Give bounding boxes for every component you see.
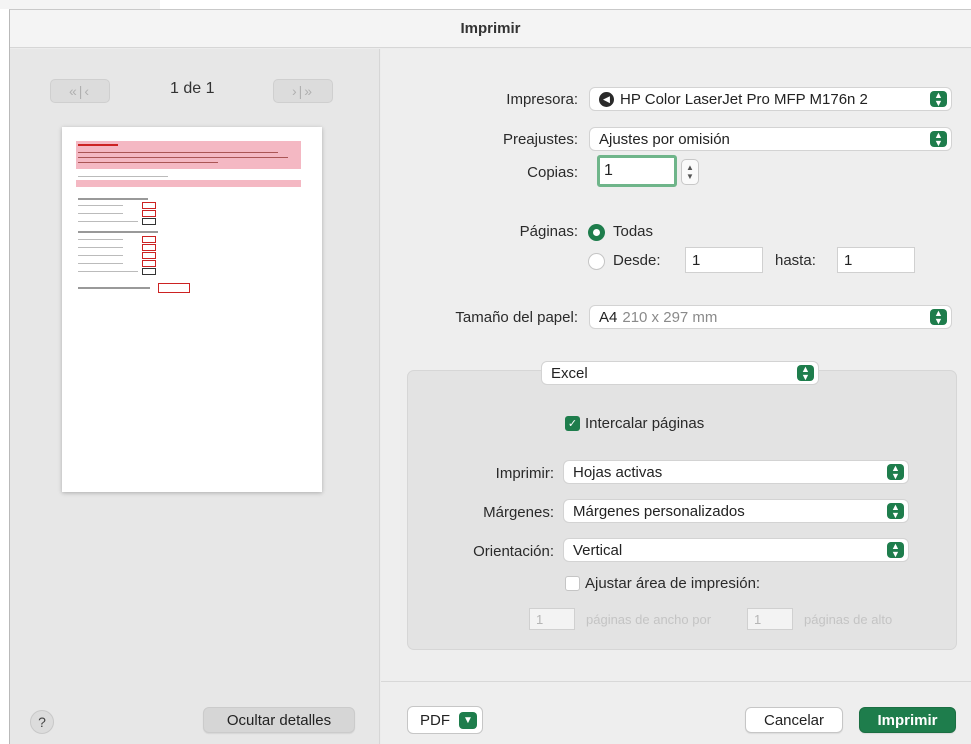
pages-tall-input[interactable]: 1 — [747, 608, 793, 630]
paper-size-detail: 210 x 297 mm — [622, 308, 718, 326]
chevron-updown-icon: ▲ ▼ — [887, 464, 904, 481]
presets-value: Ajustes por omisión — [599, 130, 730, 148]
stepper-up-icon[interactable]: ▲ — [686, 163, 694, 172]
orientation-select[interactable]: Vertical ▲ ▼ — [563, 538, 909, 562]
orientation-value: Vertical — [573, 541, 623, 559]
preview-total-box — [158, 283, 190, 293]
preview-cell — [142, 252, 156, 259]
preview-section-heading — [78, 231, 158, 233]
pages-wide-label: páginas de ancho por — [586, 612, 712, 627]
preview-next-nav[interactable]: › |» — [273, 79, 333, 103]
pages-from-label: Desde: — [613, 252, 661, 269]
preview-row — [78, 255, 123, 256]
preview-cell — [142, 202, 156, 209]
preview-pane: «| ‹ 1 de 1 › |» ? Ocultar detalles — [10, 49, 380, 744]
pdf-menu-button[interactable]: PDF ▼ — [407, 706, 483, 734]
app-section-select[interactable]: Excel ▲ ▼ — [541, 361, 819, 385]
page-preview — [62, 127, 322, 492]
preview-row — [78, 205, 123, 206]
paper-size-value: A4 — [599, 308, 618, 326]
preview-cell — [142, 218, 156, 225]
fit-area-label: Ajustar área de impresión: — [585, 575, 761, 592]
page-count: 1 de 1 — [170, 80, 215, 97]
dialog-title: Imprimir — [10, 10, 971, 48]
pages-to-label: hasta: — [775, 252, 816, 269]
chevron-updown-icon: ▲ ▼ — [930, 91, 947, 108]
prev-page-icon[interactable]: ‹ — [84, 83, 91, 99]
preview-text-line — [78, 162, 218, 163]
preview-cell — [142, 260, 156, 267]
chevron-updown-icon: ▲ ▼ — [930, 131, 947, 148]
first-page-icon[interactable]: «| — [69, 83, 84, 99]
preview-section-heading — [78, 198, 148, 200]
preview-text-line — [78, 152, 278, 153]
chevron-updown-icon: ▲ ▼ — [797, 365, 814, 382]
preview-cell — [142, 268, 156, 275]
pdf-label: PDF — [420, 711, 450, 729]
last-page-icon[interactable]: |» — [299, 83, 314, 99]
excel-options-panel: ✓ Intercalar páginas Imprimir: Hojas act… — [407, 370, 957, 650]
printer-value: HP Color LaserJet Pro MFP M176n 2 — [620, 90, 868, 108]
pages-to-input[interactable]: 1 — [837, 247, 915, 273]
copies-label: Copias: — [527, 164, 578, 181]
chevron-updown-icon: ▲ ▼ — [887, 542, 904, 559]
printer-label: Impresora: — [506, 91, 578, 108]
paper-size-select[interactable]: A4 210 x 297 mm ▲ ▼ — [589, 305, 952, 329]
orientation-label: Orientación: — [473, 543, 554, 560]
preview-cell — [142, 244, 156, 251]
preview-heading-line — [78, 144, 118, 146]
preview-row — [78, 263, 123, 264]
footer-divider — [381, 681, 971, 682]
presets-select[interactable]: Ajustes por omisión ▲ ▼ — [589, 127, 952, 151]
app-section-value: Excel — [551, 364, 588, 382]
print-what-label: Imprimir: — [495, 465, 554, 482]
margins-label: Márgenes: — [483, 504, 554, 521]
pages-range-radio[interactable] — [588, 253, 605, 270]
cancel-button[interactable]: Cancelar — [745, 707, 843, 733]
copies-input[interactable]: 1 — [597, 155, 677, 187]
background-strip — [0, 0, 160, 9]
printer-status-icon: ◀ — [599, 91, 614, 107]
chevron-down-icon: ▼ — [459, 712, 477, 729]
preview-row — [78, 247, 123, 248]
chevron-updown-icon: ▲ ▼ — [930, 309, 947, 326]
preview-text-line — [78, 157, 288, 158]
pages-all-radio[interactable] — [588, 224, 605, 241]
copies-stepper[interactable]: ▲ ▼ — [681, 159, 699, 185]
help-button[interactable]: ? — [30, 710, 54, 734]
preview-text-line — [78, 176, 168, 177]
preview-name-band — [76, 180, 301, 187]
chevron-updown-icon: ▲ ▼ — [887, 503, 904, 520]
pages-label: Páginas: — [519, 223, 578, 240]
pages-wide-input[interactable]: 1 — [529, 608, 575, 630]
paper-size-label: Tamaño del papel: — [455, 309, 578, 326]
collate-label: Intercalar páginas — [585, 415, 705, 432]
pages-all-label: Todas — [613, 223, 654, 240]
pages-tall-label: páginas de alto — [804, 612, 893, 627]
printer-select[interactable]: ◀ HP Color LaserJet Pro MFP M176n 2 ▲ ▼ — [589, 87, 952, 111]
margins-select[interactable]: Márgenes personalizados ▲ ▼ — [563, 499, 909, 523]
presets-label: Preajustes: — [502, 131, 578, 148]
preview-row — [78, 221, 138, 222]
preview-prev-nav[interactable]: «| ‹ — [50, 79, 110, 103]
collate-checkbox[interactable]: ✓ — [565, 416, 580, 431]
settings-pane: Impresora: ◀ HP Color LaserJet Pro MFP M… — [381, 49, 971, 744]
margins-value: Márgenes personalizados — [573, 502, 745, 520]
pages-from-input[interactable]: 1 — [685, 247, 763, 273]
next-page-icon[interactable]: › — [292, 83, 299, 99]
print-what-select[interactable]: Hojas activas ▲ ▼ — [563, 460, 909, 484]
hide-details-button[interactable]: Ocultar detalles — [203, 707, 355, 733]
print-dialog: Imprimir «| ‹ 1 de 1 › |» ? Ocultar deta… — [9, 9, 971, 744]
print-button[interactable]: Imprimir — [859, 707, 956, 733]
stepper-down-icon[interactable]: ▼ — [686, 172, 694, 181]
preview-row — [78, 239, 123, 240]
preview-cell — [142, 236, 156, 243]
preview-total-label — [78, 287, 150, 289]
fit-area-checkbox[interactable] — [565, 576, 580, 591]
preview-row — [78, 213, 123, 214]
print-what-value: Hojas activas — [573, 463, 663, 481]
preview-cell — [142, 210, 156, 217]
preview-row — [78, 271, 138, 272]
